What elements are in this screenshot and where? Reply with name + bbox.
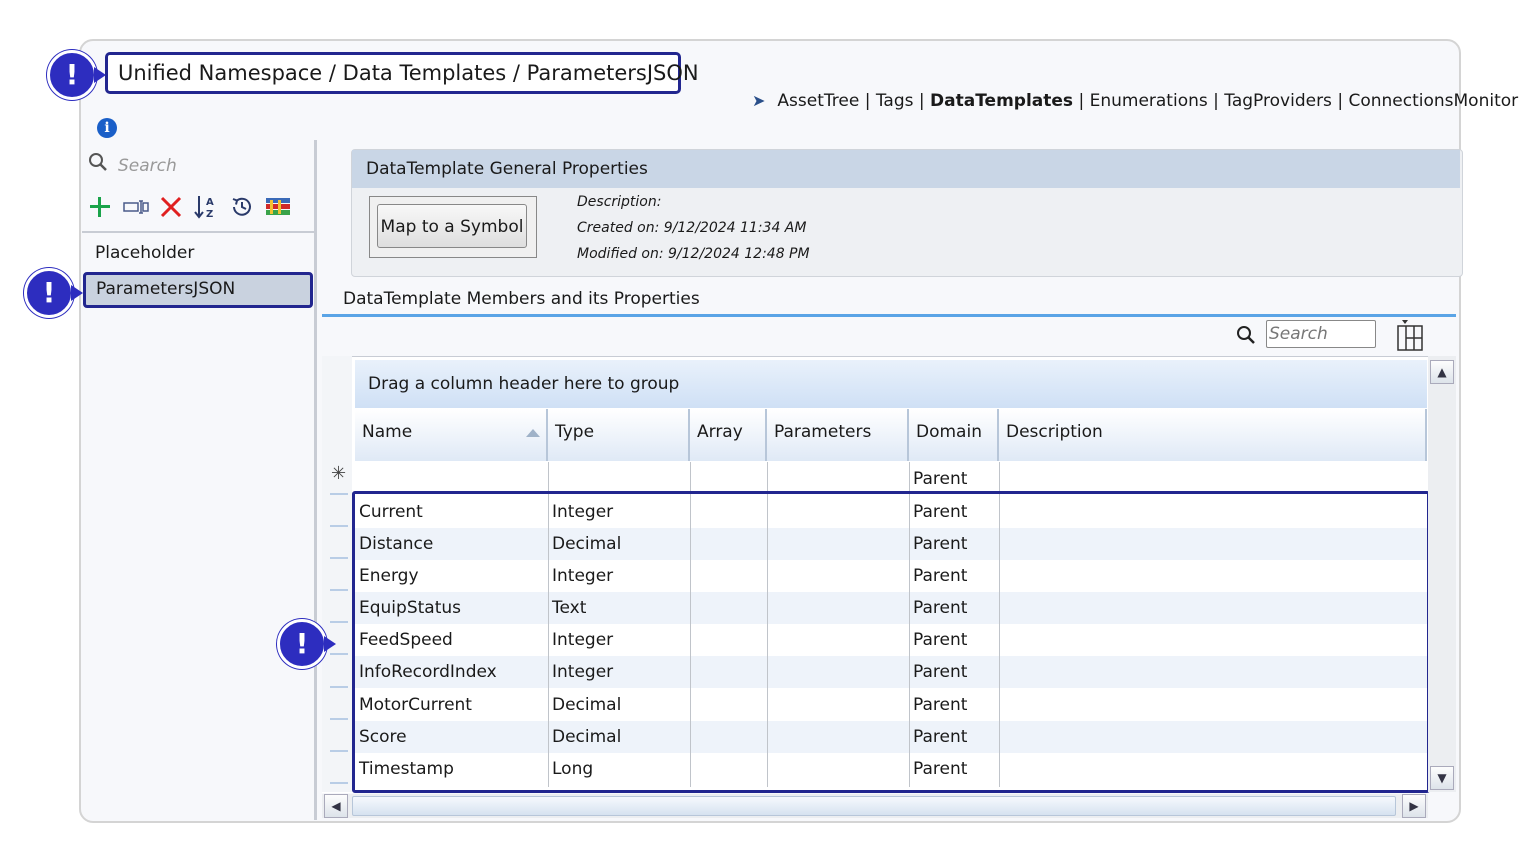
row-selector[interactable] xyxy=(330,750,348,752)
nav-assettree[interactable]: AssetTree xyxy=(777,91,859,111)
library-icon[interactable] xyxy=(264,194,290,220)
breadcrumb-text: Unified Namespace / Data Templates / Par… xyxy=(118,61,699,85)
scroll-left-icon[interactable]: ◀ xyxy=(324,794,348,818)
row-selector[interactable] xyxy=(330,653,348,655)
history-icon[interactable] xyxy=(229,194,255,220)
nav-enumerations[interactable]: Enumerations xyxy=(1090,91,1208,111)
vertical-scrollbar[interactable] xyxy=(1428,356,1456,792)
callout-marker-sidebar: ! xyxy=(24,268,83,318)
row-selector[interactable] xyxy=(330,782,348,784)
row-selector[interactable] xyxy=(330,493,348,495)
nav-connectionsmonitor[interactable]: ConnectionsMonitor xyxy=(1348,91,1518,111)
column-header-domain[interactable]: Domain xyxy=(909,409,999,461)
column-header-type[interactable]: Type xyxy=(548,409,690,461)
new-row-icon: ✳ xyxy=(331,463,347,484)
column-header-description[interactable]: Description xyxy=(999,409,1427,461)
sidebar-item-label: Placeholder xyxy=(95,243,195,263)
sort-az-icon[interactable]: AZ xyxy=(193,194,219,220)
row-selector-column xyxy=(322,356,352,792)
scroll-down-icon[interactable]: ▼ xyxy=(1430,766,1454,790)
map-to-symbol-button[interactable]: Map to a Symbol xyxy=(377,204,527,248)
horizontal-scroll-thumb[interactable] xyxy=(352,796,1396,816)
sidebar-item-label: ParametersJSON xyxy=(96,279,236,299)
sidebar-search-input[interactable] xyxy=(116,154,305,178)
nav-datatemplates[interactable]: DataTemplates xyxy=(930,91,1073,111)
callout-marker-grid: ! xyxy=(277,619,336,669)
general-properties-title: DataTemplate General Properties xyxy=(366,159,648,179)
sidebar-item-parametersjson[interactable]: ParametersJSON xyxy=(83,272,313,308)
grid-search-icon xyxy=(1236,325,1256,350)
group-by-prompt: Drag a column header here to group xyxy=(368,374,680,394)
add-icon[interactable] xyxy=(87,194,113,220)
row-selector[interactable] xyxy=(330,589,348,591)
nav-tagproviders[interactable]: TagProviders xyxy=(1224,91,1332,111)
members-title: DataTemplate Members and its Properties xyxy=(343,289,700,309)
row-selector[interactable] xyxy=(330,557,348,559)
top-nav: ➤ AssetTree | Tags | DataTemplates | Enu… xyxy=(752,91,1519,111)
nav-tags[interactable]: Tags xyxy=(876,91,914,111)
row-selector[interactable] xyxy=(330,621,348,623)
row-selector[interactable] xyxy=(330,525,348,527)
members-divider xyxy=(322,314,1456,317)
column-chooser-icon[interactable] xyxy=(1396,320,1423,351)
svg-text:A: A xyxy=(206,197,214,208)
new-row-domain[interactable]: Parent xyxy=(913,469,967,489)
modified-on-label: Modified on: 9/12/2024 12:48 PM xyxy=(577,246,810,262)
sidebar-item-placeholder[interactable]: Placeholder xyxy=(83,236,313,270)
sidebar-divider xyxy=(82,231,315,233)
scroll-up-icon[interactable]: ▲ xyxy=(1430,360,1454,384)
breadcrumb: Unified Namespace / Data Templates / Par… xyxy=(105,52,699,94)
tag-icon: ➤ xyxy=(752,91,766,110)
row-selector[interactable] xyxy=(330,718,348,720)
row-selector[interactable] xyxy=(330,686,348,688)
description-label: Description: xyxy=(577,194,662,210)
grid-search-input[interactable] xyxy=(1266,320,1376,348)
svg-text:Z: Z xyxy=(206,209,213,220)
created-on-label: Created on: 9/12/2024 11:34 AM xyxy=(577,220,807,236)
sort-ascending-icon xyxy=(526,429,540,437)
callout-marker-breadcrumb: ! xyxy=(47,50,106,100)
info-icon[interactable]: i xyxy=(97,118,117,138)
rows-highlight-outline xyxy=(352,491,1430,793)
search-icon xyxy=(88,152,108,177)
delete-icon[interactable] xyxy=(158,194,184,220)
column-header-name[interactable]: Name xyxy=(355,409,548,461)
scroll-right-icon[interactable]: ▶ xyxy=(1402,794,1426,818)
sidebar-splitter[interactable] xyxy=(314,140,317,820)
column-header-array[interactable]: Array xyxy=(690,409,767,461)
rename-icon[interactable] xyxy=(123,194,149,220)
column-header-parameters[interactable]: Parameters xyxy=(767,409,909,461)
